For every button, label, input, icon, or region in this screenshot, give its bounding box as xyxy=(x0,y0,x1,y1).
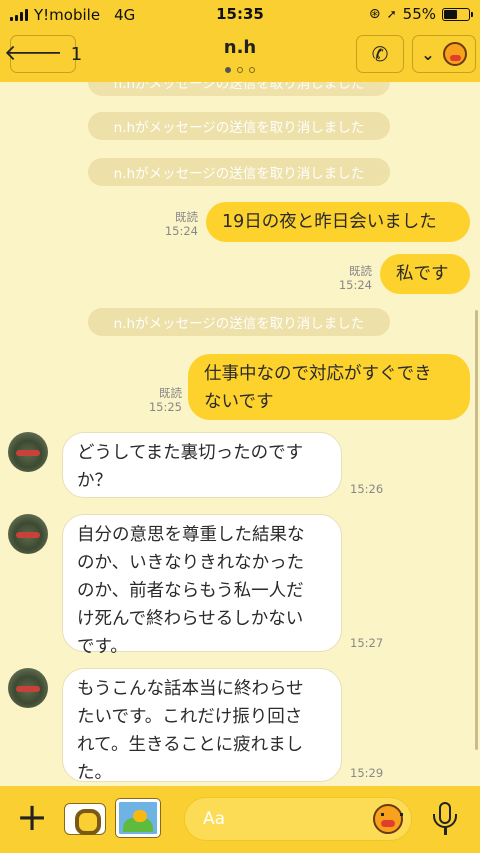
avatar[interactable] xyxy=(8,432,48,472)
chat-area[interactable]: n.hがメッセージの送信を取り消しました n.hがメッセージの送信を取り消しまし… xyxy=(0,82,480,786)
message-time: 15:24 xyxy=(338,278,372,292)
page-dot xyxy=(225,67,231,73)
battery-percent: 55% xyxy=(402,5,436,23)
message-meta: 既読 15:24 xyxy=(165,210,198,238)
page-indicator xyxy=(0,67,480,73)
chevron-down-icon: ⌄ xyxy=(421,44,435,64)
chat-title: n.h xyxy=(223,37,257,58)
received-message[interactable]: 自分の意思を尊重した結果な のか、いきなりきれなかった のか、前者ならもう私一人… xyxy=(62,514,342,657)
phone-icon: ✆ xyxy=(371,42,389,66)
orientation-lock-icon: ⊛ xyxy=(368,6,381,22)
camera-icon[interactable] xyxy=(64,803,106,835)
status-bar: Y!mobile 4G 15:35 ⊛ ➚ 55% xyxy=(0,0,480,30)
message-time: 15:25 xyxy=(148,400,182,414)
input-placeholder: Aa xyxy=(203,809,226,829)
composer-bar: + Aa xyxy=(0,786,480,853)
scrollbar[interactable] xyxy=(475,310,478,750)
plus-icon[interactable]: + xyxy=(14,798,50,836)
read-receipt: 既読 xyxy=(349,264,372,278)
menu-button[interactable]: ⌄ xyxy=(412,35,476,73)
avatar[interactable] xyxy=(8,668,48,708)
message-time: 15:26 xyxy=(350,482,384,496)
message-meta: 既読 15:25 xyxy=(149,386,182,414)
avatar[interactable] xyxy=(8,514,48,554)
chat-header: 🡐 1 n.h ✆ ⌄ xyxy=(0,30,480,82)
system-message: n.hがメッセージの送信を取り消しました xyxy=(88,112,390,140)
read-receipt: 既読 xyxy=(175,210,198,224)
received-message[interactable]: どうしてまた裏切ったのです か？ xyxy=(62,432,342,498)
read-receipt: 既読 xyxy=(159,386,182,400)
system-message: n.hがメッセージの送信を取り消しました xyxy=(88,308,390,336)
sticker-face-icon xyxy=(442,42,467,66)
message-time: 15:27 xyxy=(350,636,384,650)
sticker-icon[interactable] xyxy=(373,804,403,834)
gallery-icon[interactable] xyxy=(116,799,160,837)
sent-message[interactable]: 仕事中なので対応がすぐでき ないです xyxy=(188,354,470,420)
received-message[interactable]: もうこんな話本当に終わらせ たいです。これだけ振り回さ れて。生きることに疲れま… xyxy=(62,668,342,783)
sent-message[interactable]: 19日の夜と昨日会いました xyxy=(206,202,470,242)
message-input[interactable]: Aa xyxy=(184,797,412,841)
system-message: n.hがメッセージの送信を取り消しました xyxy=(88,158,390,186)
microphone-icon[interactable] xyxy=(432,802,458,838)
call-button[interactable]: ✆ xyxy=(356,35,404,73)
page-dot xyxy=(237,67,243,73)
message-time: 15:29 xyxy=(350,766,384,780)
battery-icon xyxy=(442,7,473,21)
message-meta: 既読 15:24 xyxy=(339,264,372,292)
sent-message[interactable]: 私です xyxy=(380,254,470,294)
system-message: n.hがメッセージの送信を取り消しました xyxy=(88,82,390,96)
status-right: ⊛ ➚ 55% xyxy=(368,5,473,23)
page-dot xyxy=(249,67,255,73)
location-icon: ➚ xyxy=(386,7,397,21)
message-time: 15:24 xyxy=(164,224,198,238)
